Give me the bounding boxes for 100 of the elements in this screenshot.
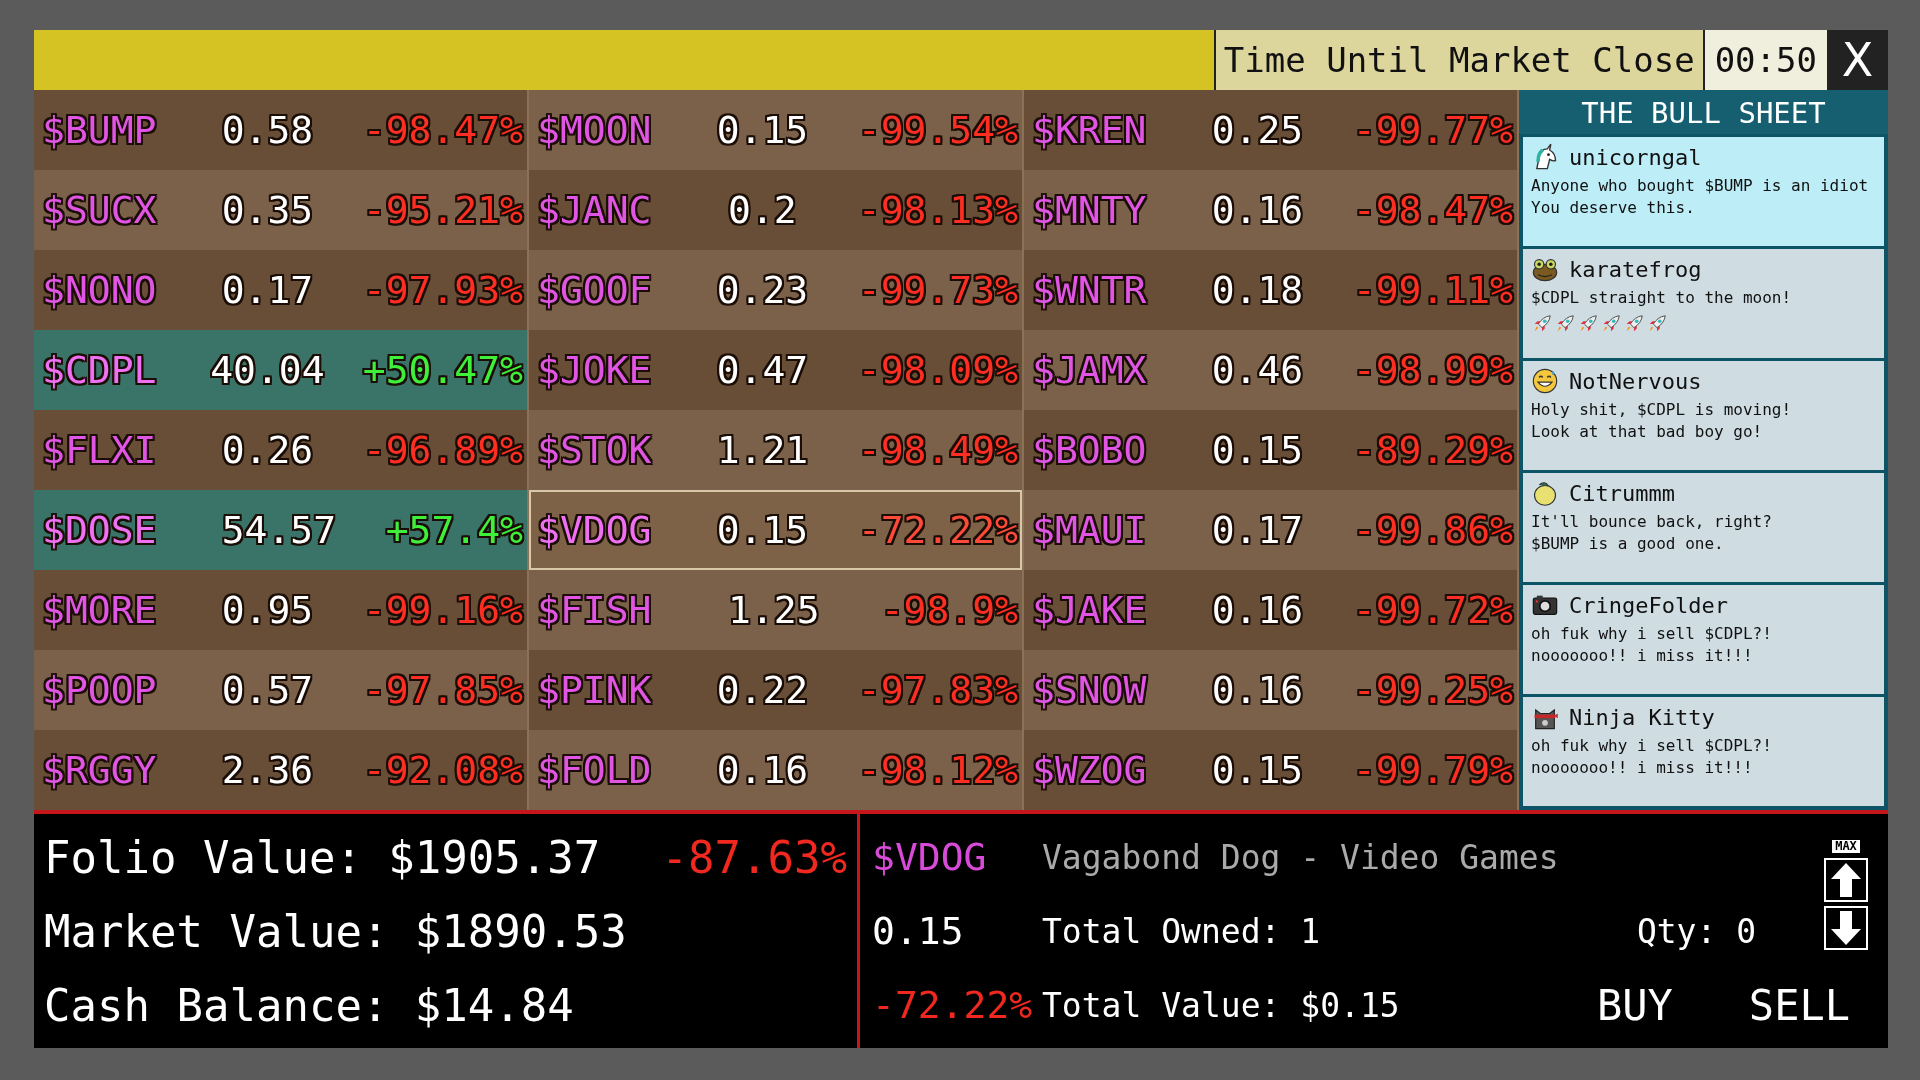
price-change: -92.08%: [362, 748, 523, 792]
price-change: -99.16%: [362, 588, 523, 632]
stock-price: 54.57: [220, 508, 338, 552]
stock-tile[interactable]: $NONO 0.17 -97.93%: [34, 250, 529, 330]
stock-tile[interactable]: $WNTR 0.18 -99.11%: [1024, 250, 1519, 330]
bull-sheet-title: THE BULL SHEET: [1519, 90, 1888, 134]
stock-price: 0.18: [1210, 268, 1305, 312]
stock-price: 0.17: [220, 268, 315, 312]
ticker-symbol: $BOBO: [1032, 428, 1148, 472]
selected-change: -72.22%: [872, 983, 1032, 1027]
grinning-face-icon: [1531, 367, 1559, 395]
post-text: Holy shit, $CDPL is moving! Look at that bad boy go!: [1531, 399, 1793, 444]
stock-price: 0.25: [1210, 108, 1305, 152]
ticker-symbol: $JAMX: [1032, 348, 1148, 392]
ticker-symbol: $PINK: [537, 668, 653, 712]
ticker-symbol: $GOOF: [537, 268, 653, 312]
price-change: -98.47%: [1352, 188, 1513, 232]
portfolio-stat: Cash Balance: $14.84: [44, 979, 574, 1031]
ticker-symbol: $WZOG: [1032, 748, 1148, 792]
stock-tile[interactable]: $SUCX 0.35 -95.21%: [34, 170, 529, 250]
stock-tile[interactable]: $JANC 0.2 -98.13%: [529, 170, 1024, 250]
stock-tile[interactable]: $STOK 1.21 -98.49%: [529, 410, 1024, 490]
stock-tile[interactable]: $CDPL 40.04 +50.47%: [34, 330, 529, 410]
price-change: -98.12%: [857, 748, 1018, 792]
stock-tile[interactable]: $DOSE 54.57 +57.4%: [34, 490, 529, 570]
stock-tile[interactable]: $GOOF 0.23 -99.73%: [529, 250, 1024, 330]
ticker-symbol: $CDPL: [42, 348, 158, 392]
stock-price: 0.58: [220, 108, 315, 152]
market-close-label: Time Until Market Close: [1213, 30, 1705, 90]
total-value: Total Value: $0.15: [1042, 985, 1401, 1025]
stock-tile[interactable]: $MOON 0.15 -99.54%: [529, 90, 1024, 170]
stock-price: 0.16: [715, 748, 810, 792]
ticker-symbol: $JAKE: [1032, 588, 1148, 632]
price-change: -95.21%: [362, 188, 523, 232]
username: Citrummm: [1569, 480, 1675, 506]
stock-price: 0.16: [1210, 588, 1305, 632]
stock-tile[interactable]: $MORE 0.95 -99.16%: [34, 570, 529, 650]
stock-price: 0.35: [220, 188, 315, 232]
max-button[interactable]: MAX: [1831, 838, 1861, 854]
stock-tile[interactable]: $SNOW 0.16 -99.25%: [1024, 650, 1519, 730]
down-arrow-icon: [1830, 909, 1862, 946]
stock-tile[interactable]: $JAKE 0.16 -99.72%: [1024, 570, 1519, 650]
price-change: -99.77%: [1352, 108, 1513, 152]
price-change: -99.54%: [857, 108, 1018, 152]
stock-price: 1.25: [727, 588, 821, 632]
stock-tile[interactable]: $MNTY 0.16 -98.47%: [1024, 170, 1519, 250]
stock-tile[interactable]: $BOBO 0.15 -89.29%: [1024, 410, 1519, 490]
stock-price: 0.26: [220, 428, 315, 472]
ticker-symbol: $JANC: [537, 188, 653, 232]
stock-tile[interactable]: $MAUI 0.17 -99.86%: [1024, 490, 1519, 570]
ticker-symbol: $BUMP: [42, 108, 158, 152]
stock-tile[interactable]: $FLXI 0.26 -96.89%: [34, 410, 529, 490]
increase-button[interactable]: [1824, 857, 1868, 902]
stock-tile[interactable]: $RGGY 2.36 -92.08%: [34, 730, 529, 810]
price-change: -99.86%: [1352, 508, 1513, 552]
post-text: $CDPL straight to the moon!: [1531, 287, 1793, 309]
post-text: oh fuk why i sell $CDPL?! nooooooo!! i miss it!!!: [1531, 623, 1773, 668]
stock-tile[interactable]: $FISH 1.25 -98.9%: [529, 570, 1024, 650]
ticker-symbol: $FISH: [537, 588, 653, 632]
ticker-symbol: $FOLD: [537, 748, 653, 792]
price-change: +57.4%: [385, 508, 523, 552]
stock-tile[interactable]: $BUMP 0.58 -98.47%: [34, 90, 529, 170]
price-change: -99.11%: [1352, 268, 1513, 312]
stock-price: 0.46: [1210, 348, 1305, 392]
ticker-symbol: $FLXI: [42, 428, 158, 472]
price-change: -99.25%: [1352, 668, 1513, 712]
company-name: Vagabond Dog - Video Games: [1042, 837, 1560, 877]
stock-price: 0.15: [1210, 748, 1305, 792]
close-button[interactable]: X: [1827, 30, 1888, 90]
ticker-symbol: $JOKE: [537, 348, 653, 392]
portfolio-stat: Folio Value: $1905.37: [44, 831, 601, 883]
stock-tile[interactable]: $PINK 0.22 -97.83%: [529, 650, 1024, 730]
portfolio-stat: Market Value: $1890.53: [44, 905, 627, 957]
stock-price: 1.21: [715, 428, 810, 472]
price-change: -99.79%: [1352, 748, 1513, 792]
ticker-symbol: $MORE: [42, 588, 158, 632]
stock-price: 0.15: [715, 108, 810, 152]
stock-tile[interactable]: $FOLD 0.16 -98.12%: [529, 730, 1024, 810]
post-text: Anyone who bought $BUMP is an idiot You deserve this.: [1531, 175, 1870, 220]
price-change: -97.85%: [362, 668, 523, 712]
ticker-symbol: $NONO: [42, 268, 158, 312]
username: Ninja Kitty: [1569, 704, 1715, 730]
price-change: -72.22%: [857, 508, 1018, 552]
price-change: -98.9%: [880, 588, 1018, 632]
stock-tile[interactable]: $VDOG 0.15 -72.22%: [529, 490, 1024, 570]
price-change: -98.13%: [857, 188, 1018, 232]
stock-price: 0.47: [715, 348, 810, 392]
decrease-button[interactable]: [1824, 905, 1868, 950]
stock-tile[interactable]: $WZOG 0.15 -99.79%: [1024, 730, 1519, 810]
stock-tile[interactable]: $JAMX 0.46 -98.99%: [1024, 330, 1519, 410]
ticker-symbol: $VDOG: [537, 508, 653, 552]
stock-tile[interactable]: $KREN 0.25 -99.77%: [1024, 90, 1519, 170]
stock-tile[interactable]: $JOKE 0.47 -98.09%: [529, 330, 1024, 410]
price-change: +50.47%: [362, 348, 523, 392]
price-change: -89.29%: [1352, 428, 1513, 472]
username: CringeFolder: [1569, 592, 1728, 618]
stock-price: 0.22: [715, 668, 810, 712]
stock-tile[interactable]: $POOP 0.57 -97.85%: [34, 650, 529, 730]
stock-price: 0.16: [1210, 668, 1305, 712]
stock-price: 0.57: [220, 668, 315, 712]
